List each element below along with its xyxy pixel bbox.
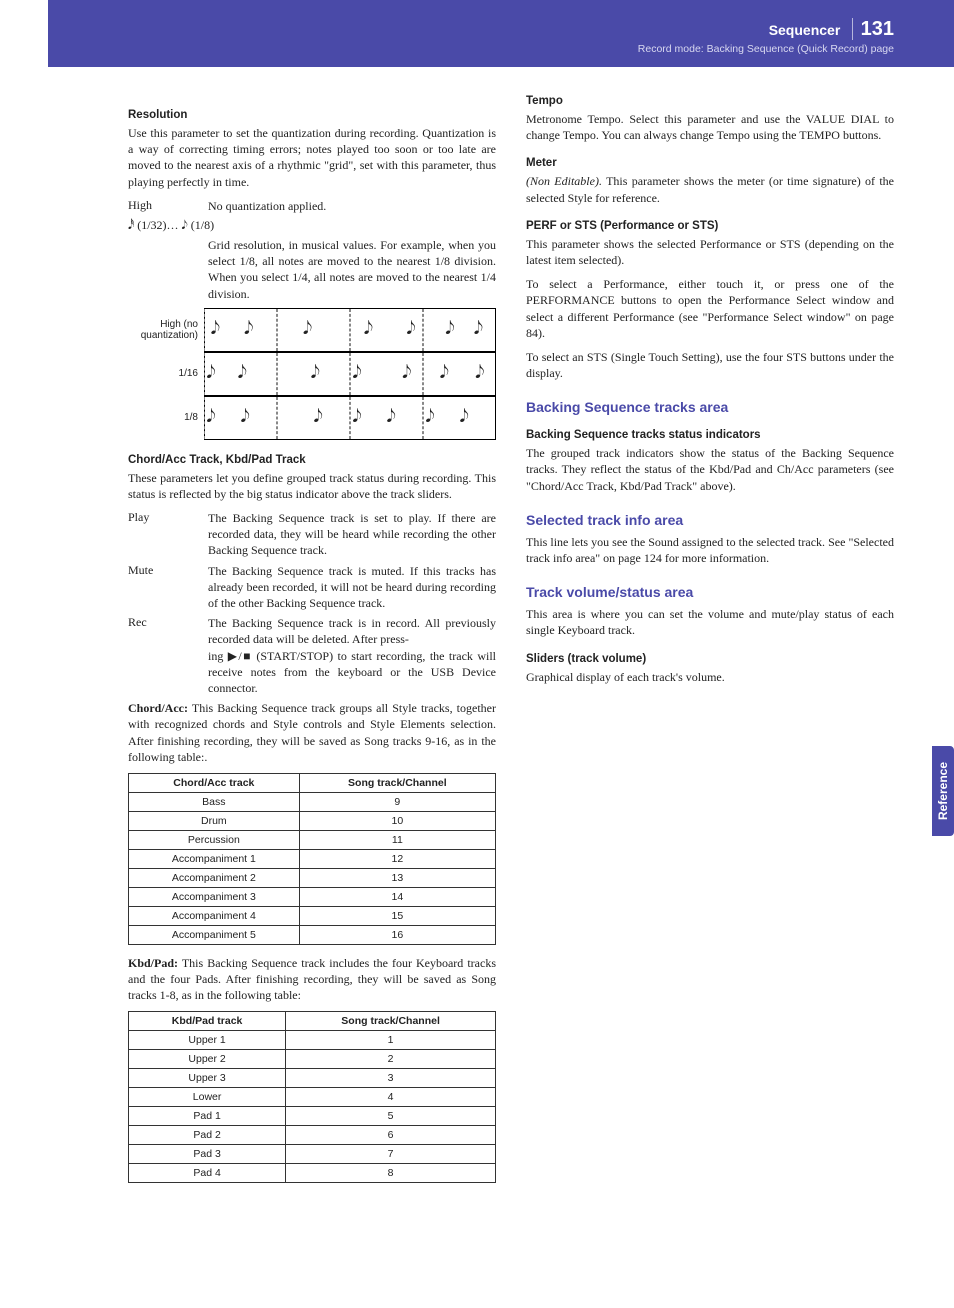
selected-text: This line lets you see the Sound assigne… xyxy=(526,534,894,566)
kbdpad-text: Kbd/Pad: This Backing Sequence track inc… xyxy=(128,955,496,1004)
def-rec-1: The Backing Sequence track is in record.… xyxy=(208,616,496,646)
resolution-heading: Resolution xyxy=(128,109,496,121)
tempo-heading: Tempo xyxy=(526,95,894,107)
chord-acc-table: Chord/Acc track Song track/Channel Bass9… xyxy=(128,773,496,945)
table2-h2: Song track/Channel xyxy=(286,1012,496,1031)
meter-text: (Non Editable). This parameter shows the… xyxy=(526,173,894,205)
range-spacer xyxy=(128,237,208,302)
term-range: 𝅘𝅥𝅰 (1/32)… 𝅘𝅥𝅮 (1/8) xyxy=(128,218,214,233)
header-subtitle: Record mode: Backing Sequence (Quick Rec… xyxy=(638,43,894,55)
term-play: Play xyxy=(128,510,208,559)
side-tab-reference: Reference xyxy=(932,746,954,836)
table-row: Pad 48 xyxy=(129,1164,496,1183)
page-number: 131 xyxy=(852,18,894,40)
perf-text-3: To select an STS (Single Touch Setting),… xyxy=(526,349,894,381)
table2-h1: Kbd/Pad track xyxy=(129,1012,286,1031)
backseq-sub: Backing Sequence tracks status indicator… xyxy=(526,429,894,441)
table-row: Bass9 xyxy=(129,792,496,811)
meter-heading: Meter xyxy=(526,157,894,169)
table-row: Upper 33 xyxy=(129,1069,496,1088)
table-row: Upper 22 xyxy=(129,1050,496,1069)
table-row: Lower4 xyxy=(129,1088,496,1107)
chord-heading: Chord/Acc Track, Kbd/Pad Track xyxy=(128,454,496,466)
volume-heading: Track volume/status area xyxy=(526,584,894,600)
table1-h1: Chord/Acc track xyxy=(129,773,300,792)
backseq-text: The grouped track indicators show the st… xyxy=(526,445,894,494)
quantization-diagram: High (no quantization) 𝅘𝅥𝅮𝅘𝅥𝅮 𝅘𝅥𝅮 𝅘𝅥𝅮𝅘𝅥𝅮… xyxy=(128,308,496,440)
selected-heading: Selected track info area xyxy=(526,512,894,528)
table-row: Upper 11 xyxy=(129,1031,496,1050)
term-rec: Rec xyxy=(128,615,208,696)
def-play: The Backing Sequence track is set to pla… xyxy=(208,510,496,559)
table-row: Accompaniment 213 xyxy=(129,868,496,887)
perf-heading: PERF or STS (Performance or STS) xyxy=(526,220,894,232)
sliders-text: Graphical display of each track's volume… xyxy=(526,669,894,685)
kbd-pad-table: Kbd/Pad track Song track/Channel Upper 1… xyxy=(128,1011,496,1183)
quant-label-high: High (no quantization) xyxy=(128,319,204,341)
table-row: Accompaniment 314 xyxy=(129,887,496,906)
page-header: Sequencer 131 Record mode: Backing Seque… xyxy=(48,0,954,67)
table-row: Pad 15 xyxy=(129,1107,496,1126)
def-high: No quantization applied. xyxy=(208,198,496,214)
perf-text-1: This parameter shows the selected Perfor… xyxy=(526,236,894,268)
table-row: Accompaniment 415 xyxy=(129,906,496,925)
def-rec-2: ing ▶/■ (START/STOP) to start recording,… xyxy=(208,649,496,695)
chord-text: These parameters let you define grouped … xyxy=(128,470,496,502)
def-range: Grid resolution, in musical values. For … xyxy=(208,237,496,302)
term-mute: Mute xyxy=(128,563,208,612)
sliders-heading: Sliders (track volume) xyxy=(526,653,894,665)
table-row: Pad 37 xyxy=(129,1145,496,1164)
header-section: Sequencer xyxy=(769,22,841,38)
quant-label-8: 1/8 xyxy=(128,412,204,423)
tempo-text: Metronome Tempo. Select this parameter a… xyxy=(526,111,894,143)
table-row: Pad 26 xyxy=(129,1126,496,1145)
table-row: Accompaniment 112 xyxy=(129,849,496,868)
page-body: Resolution Use this parameter to set the… xyxy=(0,67,954,1237)
quant-label-16: 1/16 xyxy=(128,368,204,379)
term-high: High xyxy=(128,198,208,214)
backseq-heading: Backing Sequence tracks area xyxy=(526,399,894,415)
table-row: Percussion11 xyxy=(129,830,496,849)
volume-text: This area is where you can set the volum… xyxy=(526,606,894,638)
def-mute: The Backing Sequence track is muted. If … xyxy=(208,563,496,612)
chordacc-text: Chord/Acc: This Backing Sequence track g… xyxy=(128,700,496,765)
resolution-text: Use this parameter to set the quantizati… xyxy=(128,125,496,190)
table-row: Drum10 xyxy=(129,811,496,830)
table-row: Accompaniment 516 xyxy=(129,925,496,944)
table1-h2: Song track/Channel xyxy=(299,773,495,792)
perf-text-2: To select a Performance, either touch it… xyxy=(526,276,894,341)
